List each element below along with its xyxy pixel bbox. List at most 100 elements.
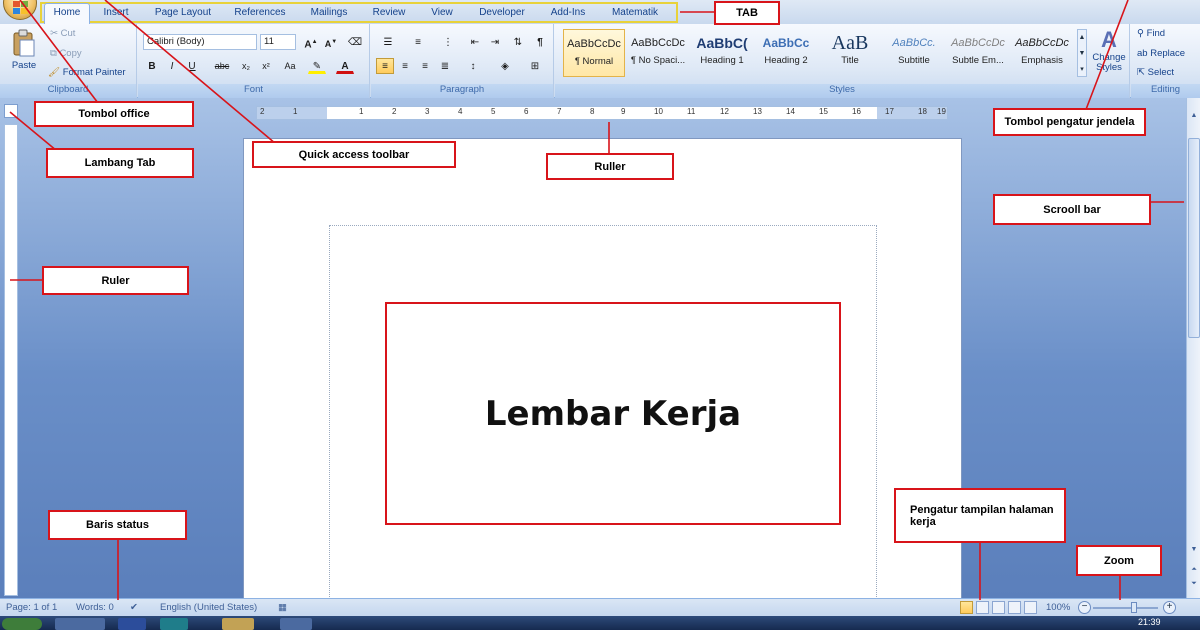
font-name-select[interactable]: Calibri (Body) (143, 34, 257, 50)
tab-developer[interactable]: Developer (472, 4, 532, 22)
font-color-icon[interactable]: A (336, 58, 354, 74)
language-indicator[interactable]: English (United States) (160, 602, 257, 613)
tab-mailings[interactable]: Mailings (302, 4, 356, 22)
find-label: Find (1146, 28, 1166, 39)
zoom-track[interactable] (1093, 607, 1158, 609)
scroll-thumb[interactable] (1188, 138, 1200, 338)
styles-scroll[interactable]: ▲ ▼ ▾ (1077, 29, 1087, 77)
ruler-number: 15 (819, 107, 828, 116)
print-layout-view-icon[interactable] (960, 601, 973, 614)
annotation-ruler: Ruler (42, 266, 189, 295)
tab-view[interactable]: View (424, 4, 460, 22)
numbering-icon[interactable]: ≡ (406, 34, 430, 50)
zoom-out-icon[interactable]: − (1078, 601, 1091, 614)
vertical-ruler[interactable] (4, 124, 18, 596)
find-button[interactable]: ⚲ Find (1137, 28, 1165, 39)
highlight-icon[interactable]: ✎ (308, 58, 326, 74)
draft-view-icon[interactable] (1024, 601, 1037, 614)
start-button[interactable] (2, 618, 42, 630)
office-logo-icon (13, 1, 28, 14)
tab-review[interactable]: Review (366, 4, 412, 22)
replace-button[interactable]: ab Replace (1137, 48, 1185, 59)
subscript-icon[interactable]: x₂ (237, 58, 255, 74)
tab-insert[interactable]: Insert (96, 4, 136, 22)
bold-icon[interactable]: B (143, 58, 161, 74)
tab-references[interactable]: References (228, 4, 292, 22)
taskbar-app-explorer[interactable] (55, 618, 105, 630)
taskbar-app-folder[interactable] (222, 618, 254, 630)
line-spacing-icon[interactable]: ↕ (461, 58, 485, 74)
proofing-icon[interactable]: ✔ (130, 602, 138, 613)
superscript-icon[interactable]: x² (257, 58, 275, 74)
ruler-number: 3 (425, 107, 430, 116)
zoom-slider-thumb[interactable] (1131, 602, 1137, 613)
web-layout-view-icon[interactable] (992, 601, 1005, 614)
shading-icon[interactable]: ◈ (493, 58, 517, 74)
page-count[interactable]: Page: 1 of 1 (6, 602, 57, 613)
copy-button[interactable]: ⧉ Copy (50, 48, 82, 59)
underline-icon[interactable]: U (183, 58, 201, 74)
full-screen-reading-view-icon[interactable] (976, 601, 989, 614)
tab-selector-icon[interactable] (4, 104, 18, 118)
ruler-left-margin (257, 107, 327, 119)
style-heading-1[interactable]: AaBbC( Heading 1 (691, 29, 753, 77)
zoom-level[interactable]: 100% (1046, 602, 1070, 613)
style-sample: AaB (831, 32, 869, 54)
tab-home[interactable]: Home (44, 3, 90, 24)
select-button[interactable]: ⇱ Select (1137, 67, 1174, 78)
multilevel-list-icon[interactable]: ⋮ (436, 34, 460, 50)
scroll-down-icon[interactable]: ▼ (1188, 544, 1200, 556)
align-center-icon[interactable]: ≡ (396, 58, 414, 74)
paste-button[interactable]: Paste (6, 27, 42, 81)
taskbar-app-browser[interactable] (160, 618, 188, 630)
vertical-scrollbar[interactable]: ▲ ▼ ⏶ ⏷ (1186, 98, 1200, 598)
tab-page-layout[interactable]: Page Layout (148, 4, 218, 22)
style-subtitle[interactable]: AaBbCc. Subtitle (883, 29, 945, 77)
clear-format-icon[interactable]: ⌫ (346, 34, 364, 50)
tab-add-ins[interactable]: Add-Ins (544, 4, 592, 22)
office-button[interactable] (3, 0, 37, 20)
next-page-icon[interactable]: ⏷ (1188, 578, 1200, 590)
tab-matematik[interactable]: Matematik (604, 4, 666, 22)
increase-indent-icon[interactable]: ⇥ (486, 34, 504, 50)
sort-icon[interactable]: ⇅ (509, 34, 527, 50)
borders-icon[interactable]: ⊞ (523, 58, 547, 74)
taskbar: 21:39 (0, 616, 1200, 630)
style-title[interactable]: AaB Title (819, 29, 881, 77)
grow-font-icon[interactable]: A▲ (302, 34, 320, 50)
zoom-in-icon[interactable]: + (1163, 601, 1176, 614)
change-styles-button[interactable]: A Change Styles (1091, 27, 1127, 83)
ruler-number: 16 (852, 107, 861, 116)
align-left-icon[interactable]: ≡ (376, 58, 394, 74)
style-name: Title (841, 55, 859, 66)
style-sample: AaBbCcDc (631, 37, 685, 49)
horizontal-ruler[interactable]: 2 1 1 2 3 4 5 6 7 8 9 10 11 12 13 14 15 … (256, 106, 948, 120)
ruler-number: 9 (621, 107, 626, 116)
justify-icon[interactable]: ≣ (436, 58, 454, 74)
style-subtle-emphasis[interactable]: AaBbCcDc Subtle Em... (947, 29, 1009, 77)
prev-page-icon[interactable]: ⏶ (1188, 564, 1200, 576)
styles-group-label: Styles (555, 84, 1129, 98)
change-case-icon[interactable]: Aa (279, 58, 301, 74)
word-count[interactable]: Words: 0 (76, 602, 114, 613)
italic-icon[interactable]: I (163, 58, 181, 74)
style-emphasis[interactable]: AaBbCcDc Emphasis (1011, 29, 1073, 77)
bullets-icon[interactable]: ☰ (376, 34, 400, 50)
macro-record-icon[interactable]: ▦ (278, 602, 287, 613)
font-size-select[interactable]: 11 (260, 34, 296, 50)
style-no-spacing[interactable]: AaBbCcDc ¶ No Spaci... (627, 29, 689, 77)
show-hide-icon[interactable]: ¶ (531, 34, 549, 50)
outline-view-icon[interactable] (1008, 601, 1021, 614)
style-heading-2[interactable]: AaBbCc Heading 2 (755, 29, 817, 77)
decrease-indent-icon[interactable]: ⇤ (466, 34, 484, 50)
align-right-icon[interactable]: ≡ (416, 58, 434, 74)
taskbar-app-word-doc[interactable] (280, 618, 312, 630)
style-normal[interactable]: AaBbCcDc ¶ Normal (563, 29, 625, 77)
shrink-font-icon[interactable]: A▼ (322, 34, 340, 50)
scroll-up-icon[interactable]: ▲ (1188, 110, 1200, 122)
taskbar-app-word[interactable] (118, 618, 146, 630)
cut-button[interactable]: ✂ Cut (50, 28, 75, 39)
style-sample: AaBbC( (696, 35, 748, 51)
format-painter-button[interactable]: 🖌 Format Painter (48, 67, 126, 78)
strikethrough-icon[interactable]: abc (213, 58, 231, 74)
